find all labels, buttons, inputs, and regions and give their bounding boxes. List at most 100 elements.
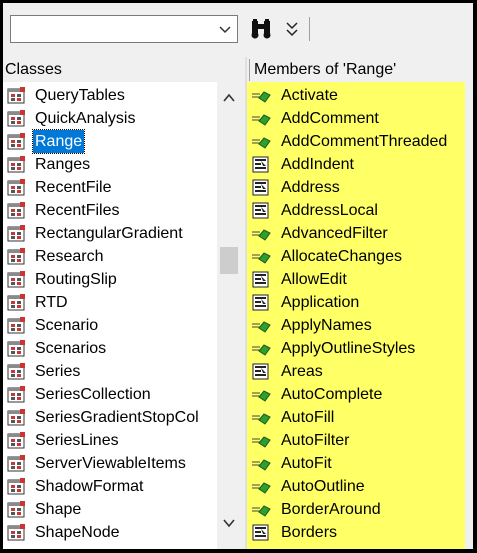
member-item[interactable]: AddressLocal [247, 199, 465, 222]
member-item[interactable]: BorderAround [247, 498, 465, 521]
method-icon [251, 454, 271, 473]
member-label: AutoFilter [281, 432, 350, 449]
binoculars-icon[interactable] [249, 17, 273, 41]
class-item[interactable]: Scenario [3, 314, 217, 337]
class-item[interactable]: RecentFiles [3, 199, 217, 222]
member-item[interactable]: ApplyOutlineStyles [247, 337, 465, 360]
classes-header: Classes [5, 61, 62, 78]
search-combobox[interactable] [10, 15, 238, 43]
class-icon [7, 408, 27, 427]
member-item[interactable]: AddIndent [247, 153, 465, 176]
class-item[interactable]: RoutingSlip [3, 268, 217, 291]
member-item[interactable]: Application [247, 291, 465, 314]
member-label: AllowEdit [281, 271, 347, 288]
member-item[interactable]: Address [247, 176, 465, 199]
class-label: RoutingSlip [35, 271, 117, 288]
member-label: Activate [281, 87, 338, 104]
scroll-down-icon[interactable] [220, 514, 238, 532]
class-item[interactable]: ShapeNode [3, 521, 217, 544]
class-item[interactable]: QueryTables [3, 84, 217, 107]
class-icon [7, 132, 27, 151]
class-icon [7, 224, 27, 243]
property-icon [251, 201, 271, 220]
member-label: AdvancedFilter [281, 225, 388, 242]
class-icon [7, 523, 27, 542]
class-label: Series [35, 363, 81, 380]
member-item[interactable]: AddComment [247, 107, 465, 130]
member-item[interactable]: AutoComplete [247, 383, 465, 406]
class-icon [7, 500, 27, 519]
class-icon [7, 109, 27, 128]
property-icon [251, 178, 271, 197]
member-label: Address [281, 179, 340, 196]
method-icon [251, 339, 271, 358]
class-label: Research [35, 248, 104, 265]
member-item[interactable]: AllocateChanges [247, 245, 465, 268]
property-icon [251, 155, 271, 174]
method-icon [251, 385, 271, 404]
member-item[interactable]: AutoOutline [247, 475, 465, 498]
toolbar-separator [309, 17, 310, 41]
property-icon [251, 362, 271, 381]
member-item[interactable]: AutoFilter [247, 429, 465, 452]
class-icon [7, 316, 27, 335]
member-item[interactable]: AutoFit [247, 452, 465, 475]
member-item[interactable]: Areas [247, 360, 465, 383]
class-icon [7, 362, 27, 381]
chevron-down-icon[interactable] [215, 19, 235, 39]
class-icon [7, 454, 27, 473]
class-item[interactable]: Research [3, 245, 217, 268]
method-icon [251, 500, 271, 519]
member-label: AutoFill [281, 409, 335, 426]
scroll-up-icon[interactable] [220, 89, 238, 107]
member-label: Borders [281, 524, 338, 541]
classes-list[interactable]: QueryTables QuickAnalysis Range Ranges Recen… [3, 82, 217, 549]
method-icon [251, 109, 271, 128]
member-item[interactable]: AllowEdit [247, 268, 465, 291]
class-icon [7, 477, 27, 496]
member-item[interactable]: AutoFill [247, 406, 465, 429]
class-item[interactable]: Scenarios [3, 337, 217, 360]
member-label: AddComment [281, 110, 379, 127]
class-item[interactable]: ServerViewableItems [3, 452, 217, 475]
class-item[interactable]: SeriesGradientStopCol [3, 406, 217, 429]
class-label: Scenario [35, 317, 99, 334]
class-label: QueryTables [35, 87, 125, 104]
class-icon [7, 178, 27, 197]
class-icon [7, 293, 27, 312]
member-item[interactable]: AdvancedFilter [247, 222, 465, 245]
method-icon [251, 132, 271, 151]
class-label: Shape [35, 501, 82, 518]
member-item[interactable]: Activate [247, 84, 465, 107]
class-item[interactable]: SeriesLines [3, 429, 217, 452]
class-icon [7, 247, 27, 266]
class-label: RecentFile [35, 179, 112, 196]
scroll-thumb[interactable] [220, 247, 238, 274]
member-item[interactable]: AddCommentThreaded [247, 130, 465, 153]
class-item[interactable]: RectangularGradient [3, 222, 217, 245]
class-item[interactable]: Series [3, 360, 217, 383]
class-item[interactable]: RTD [3, 291, 217, 314]
object-browser: Classes Members of 'Range' QueryTables Qu… [3, 3, 473, 549]
member-label: AddressLocal [281, 202, 378, 219]
class-label: ShapeNode [35, 524, 120, 541]
class-label: SeriesCollection [35, 386, 151, 403]
member-item[interactable]: ApplyNames [247, 314, 465, 337]
class-item[interactable]: Ranges [3, 153, 217, 176]
class-label: Range [31, 129, 86, 154]
member-label: AddIndent [281, 156, 354, 173]
member-label: BorderAround [281, 501, 381, 518]
class-item[interactable]: RecentFile [3, 176, 217, 199]
class-item[interactable]: Shape [3, 498, 217, 521]
toolbar [3, 3, 473, 57]
class-item[interactable]: ShadowFormat [3, 475, 217, 498]
class-item[interactable]: Range [3, 129, 217, 154]
member-item[interactable]: Borders [247, 521, 465, 544]
classes-scrollbar[interactable] [217, 82, 242, 549]
double-chevron-icon[interactable] [283, 17, 301, 41]
class-label: Scenarios [35, 340, 107, 357]
class-item[interactable]: QuickAnalysis [3, 107, 217, 130]
class-item[interactable]: SeriesCollection [3, 383, 217, 406]
class-label: RectangularGradient [35, 225, 183, 242]
members-list[interactable]: Activate AddComment AddCommentThreaded AddI… [247, 82, 465, 549]
